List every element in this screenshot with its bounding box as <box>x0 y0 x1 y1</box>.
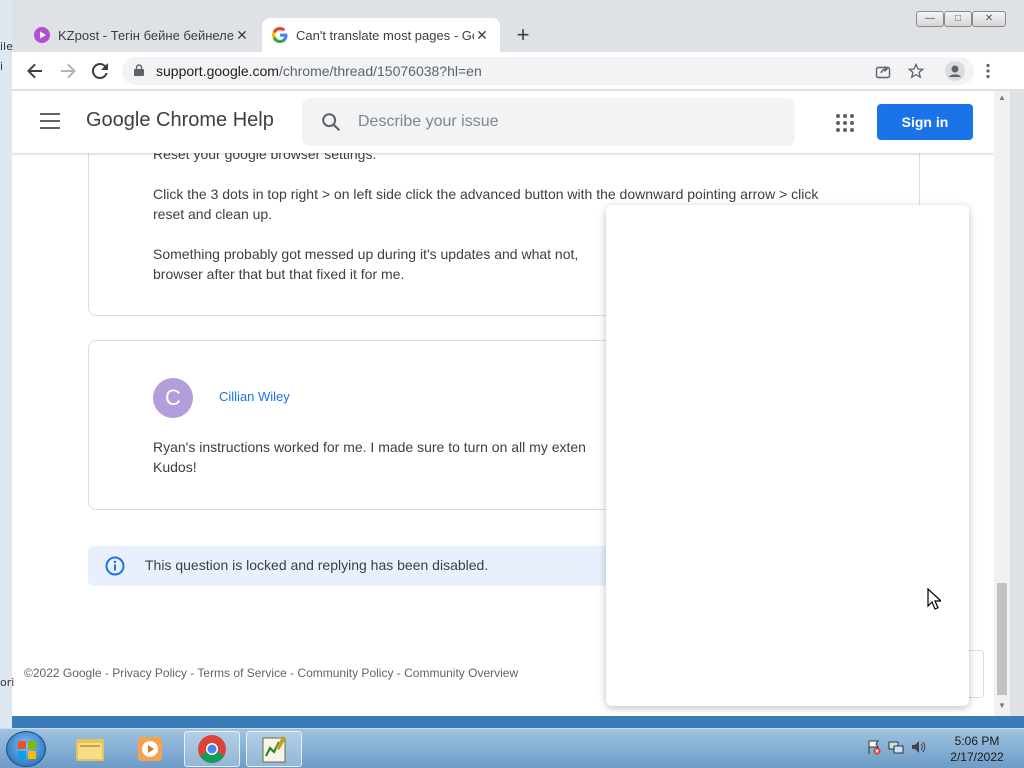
tab-title: Can't translate most pages - Goo <box>296 27 474 43</box>
profile-avatar-icon[interactable] <box>945 61 965 81</box>
clock-date: 2/17/2022 <box>950 750 1004 764</box>
new-tab-button[interactable]: + <box>512 24 534 46</box>
tab-title: KZpost - Тегін бейне бейнелерд <box>58 27 234 43</box>
help-header: Google Chrome Help Sign in <box>12 91 994 153</box>
media-player-icon <box>138 737 162 761</box>
folder-icon <box>76 739 104 761</box>
back-arrow-icon <box>27 63 42 79</box>
search-icon <box>322 113 341 132</box>
google-apps-grid-icon[interactable] <box>836 114 854 132</box>
blank-overlay-panel <box>606 205 969 706</box>
url-host: support.google.com <box>156 63 279 79</box>
url-path: /chrome/thread/15076038?hl=en <box>278 63 482 79</box>
info-icon <box>105 556 125 576</box>
tab-strip: KZpost - Тегін бейне бейнелерд ✕ Can't t… <box>0 0 1024 52</box>
desktop-label: ori <box>0 676 15 689</box>
share-icon[interactable] <box>874 63 892 81</box>
tab-close-icon[interactable]: ✕ <box>234 27 250 44</box>
action-center-flag-icon[interactable] <box>866 739 882 755</box>
forward-arrow-icon <box>61 63 76 79</box>
page-footer: ©2022 Google - Privacy Policy - Terms of… <box>24 666 519 680</box>
search-box[interactable] <box>302 98 795 146</box>
tab-google-help[interactable]: Can't translate most pages - Goo ✕ <box>262 18 500 52</box>
locked-notice-text: This question is locked and replying has… <box>145 557 489 573</box>
windows-flag-icon <box>18 741 36 759</box>
close-window-button[interactable]: ✕ <box>972 11 1006 27</box>
kzpost-play-icon <box>34 27 50 43</box>
url-text[interactable]: support.google.com/chrome/thread/1507603… <box>156 63 482 79</box>
system-clock[interactable]: 5:06 PM 2/17/2022 <box>946 733 1008 765</box>
desktop-label: ile <box>0 40 13 53</box>
taskbar-media-player[interactable] <box>122 731 178 767</box>
hamburger-menu-icon[interactable] <box>40 113 60 129</box>
clock-time: 5:06 PM <box>954 734 1000 748</box>
volume-icon[interactable] <box>910 739 926 755</box>
taskbar-notes-app[interactable] <box>246 731 302 767</box>
bookmark-star-icon[interactable] <box>907 62 925 81</box>
desktop-edge: ile i ori <box>0 0 15 728</box>
desktop-label: i <box>0 60 4 73</box>
kebab-menu-icon[interactable] <box>979 62 997 80</box>
system-tray <box>866 739 926 755</box>
chart-notepad-icon <box>262 735 287 763</box>
help-center-title[interactable]: Google Chrome Help <box>86 109 274 132</box>
minimize-button[interactable]: — <box>916 11 944 27</box>
forward-button[interactable] <box>56 59 80 83</box>
address-bar[interactable]: support.google.com/chrome/thread/1507603… <box>122 57 974 85</box>
back-button[interactable] <box>23 59 47 83</box>
browser-toolbar: support.google.com/chrome/thread/1507603… <box>0 52 1024 90</box>
mouse-cursor-icon <box>927 588 941 610</box>
copyright: ©2022 Google <box>24 666 102 680</box>
chrome-icon <box>198 735 226 763</box>
lock-icon <box>134 64 144 76</box>
scroll-up-arrow-icon[interactable]: ▲ <box>997 93 1007 102</box>
community-overview-link[interactable]: Community Overview <box>404 666 518 680</box>
avatar: C <box>153 378 193 418</box>
tab-close-icon[interactable]: ✕ <box>474 27 490 44</box>
terms-of-service-link[interactable]: Terms of Service <box>197 666 286 680</box>
google-g-icon <box>272 27 288 43</box>
taskbar-chrome[interactable] <box>184 731 240 767</box>
network-icon[interactable] <box>888 739 904 755</box>
privacy-policy-link[interactable]: Privacy Policy <box>112 666 187 680</box>
search-input[interactable] <box>358 110 778 134</box>
reload-icon <box>91 62 108 79</box>
maximize-button[interactable]: □ <box>944 11 972 27</box>
scrollbar-thumb[interactable] <box>997 583 1007 695</box>
page-scrollbar[interactable]: ▲ ▼ <box>994 91 1010 716</box>
reply-paragraph: Something probably got messed up during … <box>153 246 579 282</box>
community-policy-link[interactable]: Community Policy <box>297 666 393 680</box>
reply-paragraph: Ryan's instructions worked for me. I mad… <box>153 439 586 475</box>
author-name-link[interactable]: Cillian Wiley <box>219 389 290 404</box>
taskbar-explorer[interactable] <box>62 731 118 767</box>
taskbar: 5:06 PM 2/17/2022 <box>0 728 1024 768</box>
scroll-down-arrow-icon[interactable]: ▼ <box>997 701 1007 710</box>
tab-kzpost[interactable]: KZpost - Тегін бейне бейнелерд ✕ <box>24 18 260 52</box>
reload-button[interactable] <box>88 59 112 83</box>
sign-in-button[interactable]: Sign in <box>877 104 973 140</box>
start-button[interactable] <box>6 731 46 767</box>
browser-window: KZpost - Тегін бейне бейнелерд ✕ Can't t… <box>0 0 1024 716</box>
